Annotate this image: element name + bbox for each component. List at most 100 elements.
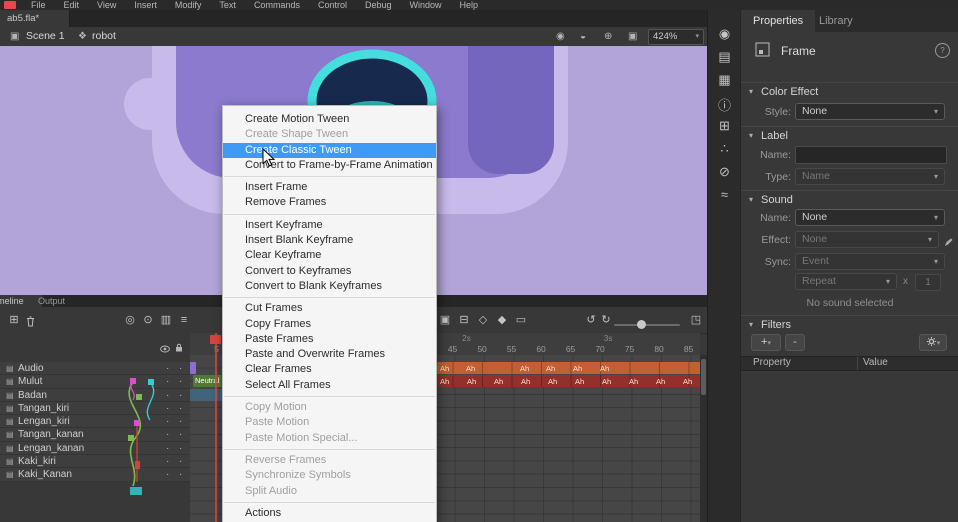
menu-modify[interactable]: Modify [166, 0, 211, 10]
transform-icon[interactable]: ⊞ [708, 118, 741, 134]
mouse-cursor [262, 148, 276, 167]
menu-text[interactable]: Text [210, 0, 245, 10]
menu-item-actions[interactable]: Actions [223, 506, 436, 521]
menu-control[interactable]: Control [309, 0, 356, 10]
symbol-breadcrumb[interactable]: robot [92, 27, 116, 46]
lock-icon[interactable] [175, 339, 183, 357]
frame-anchor-label: Ah [600, 363, 609, 374]
label-name-input[interactable] [795, 146, 947, 164]
menu-item-select-all-frames[interactable]: Select All Frames [223, 378, 436, 393]
menu-item-insert-frame[interactable]: Insert Frame [223, 180, 436, 195]
loop-back-icon[interactable]: ↺ [583, 312, 599, 328]
insert-frame-icon[interactable]: ▣ [437, 312, 453, 328]
menu-item-convert-to-keyframes[interactable]: Convert to Keyframes [223, 264, 436, 279]
menu-commands[interactable]: Commands [245, 0, 309, 10]
frame-span[interactable] [190, 389, 224, 401]
sound-sync-select: Event▾ [795, 253, 945, 270]
menu-divider [224, 297, 435, 298]
brush-library-icon[interactable]: ∴ [708, 141, 741, 157]
frame-object-icon [755, 42, 770, 62]
chevron-down-icon: ▾ [749, 87, 753, 96]
sound-name-select[interactable]: None▾ [795, 209, 945, 226]
tab-properties[interactable]: Properties [741, 10, 815, 32]
eye-icon[interactable] [160, 340, 170, 358]
playhead-line[interactable] [215, 333, 217, 522]
section-sound[interactable]: ▾ Sound [741, 190, 958, 209]
style-label: Style: [745, 106, 791, 118]
chevron-down-icon: ▾ [749, 195, 753, 204]
repeat-count-stepper: 1 [915, 274, 941, 291]
tab-library[interactable]: Library [807, 10, 865, 32]
menu-item-convert-to-frame-by-frame-animation[interactable]: Convert to Frame-by-Frame Animation [223, 158, 436, 173]
menu-item-clear-keyframe[interactable]: Clear Keyframe [223, 248, 436, 263]
section-filters[interactable]: ▾ Filters [741, 315, 958, 334]
trash-icon[interactable] [26, 314, 35, 332]
frame-span[interactable] [190, 362, 196, 374]
timeline-zoom-slider[interactable] [614, 324, 680, 326]
swatches-icon[interactable]: ▦ [708, 72, 741, 88]
menu-item-copy-frames[interactable]: Copy Frames [223, 317, 436, 332]
no-tool-icon[interactable]: ⊘ [708, 164, 741, 180]
menu-divider [224, 214, 435, 215]
onion-skin-icon[interactable]: ◎ [122, 312, 138, 328]
info-icon[interactable]: ⓘ [708, 95, 741, 114]
edit-effect-pencil-icon[interactable] [944, 234, 953, 252]
menu-item-create-classic-tween[interactable]: Create Classic Tween [223, 143, 436, 158]
remove-frame-icon[interactable]: ⊟ [456, 312, 472, 328]
frame-anchor-label: Ah [602, 376, 611, 387]
menu-help[interactable]: Help [451, 0, 488, 10]
loop-forward-icon[interactable]: ↻ [598, 312, 614, 328]
timeline-scrollbar-thumb[interactable] [701, 359, 706, 395]
scene-icon[interactable]: ▣ [10, 27, 19, 46]
menu-debug[interactable]: Debug [356, 0, 401, 10]
menu-item-insert-blank-keyframe[interactable]: Insert Blank Keyframe [223, 233, 436, 248]
new-layer-icon[interactable]: ⊞ [6, 312, 22, 328]
menu-item-paste-frames[interactable]: Paste Frames [223, 332, 436, 347]
fill-color-icon[interactable]: ◒ [580, 27, 586, 46]
camera-icon[interactable]: ◉ [556, 27, 565, 46]
sound-status-text: No sound selected [741, 297, 958, 309]
frame-view-icon[interactable]: ≡ [176, 312, 192, 328]
playhead[interactable] [210, 335, 221, 344]
camera-icon[interactable]: ◉ [708, 26, 741, 42]
help-icon[interactable]: ? [935, 43, 950, 58]
edit-multiple-frames-icon[interactable]: ▥ [158, 312, 174, 328]
menu-item-clear-frames[interactable]: Clear Frames [223, 362, 436, 377]
menu-item-cut-frames[interactable]: Cut Frames [223, 301, 436, 316]
frame-span-icon[interactable]: ▭ [513, 312, 529, 328]
timeline-zoom-thumb[interactable] [637, 320, 646, 329]
center-frame-icon[interactable]: ⊕ [604, 27, 612, 46]
add-filter-button[interactable]: +▾ [751, 334, 781, 351]
menu-item-remove-frames[interactable]: Remove Frames [223, 195, 436, 210]
clip-content-icon[interactable]: ▣ [628, 27, 637, 46]
filter-options-button[interactable]: ▾ [919, 334, 947, 351]
menu-edit[interactable]: Edit [55, 0, 89, 10]
motion-editor-icon[interactable]: ≈ [708, 187, 741, 202]
properties-panel: Properties Library Frame ? ▾ Color Effec… [740, 10, 958, 522]
menu-item-create-motion-tween[interactable]: Create Motion Tween [223, 112, 436, 127]
menu-item-convert-to-blank-keyframes[interactable]: Convert to Blank Keyframes [223, 279, 436, 294]
frame-anchor-label: Ah [629, 376, 638, 387]
resize-timeline-icon[interactable]: ◳ [688, 312, 704, 328]
chevron-down-icon: ▾ [749, 131, 753, 140]
document-tab[interactable]: ab5.fla* [0, 10, 70, 27]
zoom-dropdown[interactable]: 424% ▾ [648, 29, 704, 45]
menu-file[interactable]: File [22, 0, 55, 10]
tab-output[interactable]: Output [32, 295, 71, 307]
layer-name: Kaki_Kanan [18, 469, 72, 480]
menu-view[interactable]: View [88, 0, 125, 10]
insert-blank-keyframe-icon[interactable]: ◆ [494, 312, 510, 328]
align-icon[interactable]: ▤ [708, 49, 741, 65]
style-select[interactable]: None▾ [795, 103, 945, 120]
menu-item-paste-and-overwrite-frames[interactable]: Paste and Overwrite Frames [223, 347, 436, 362]
menu-window[interactable]: Window [401, 0, 451, 10]
menu-item-insert-keyframe[interactable]: Insert Keyframe [223, 218, 436, 233]
section-label[interactable]: ▾ Label [741, 126, 958, 145]
remove-filter-button[interactable]: - [785, 334, 805, 351]
insert-keyframe-icon[interactable]: ◇ [475, 312, 491, 328]
menu-insert[interactable]: Insert [125, 0, 166, 10]
onion-outline-icon[interactable]: ⊙ [140, 312, 156, 328]
chevron-down-icon: ▾ [886, 274, 890, 289]
section-color-effect[interactable]: ▾ Color Effect [741, 82, 958, 101]
scene-breadcrumb[interactable]: Scene 1 [26, 27, 65, 46]
